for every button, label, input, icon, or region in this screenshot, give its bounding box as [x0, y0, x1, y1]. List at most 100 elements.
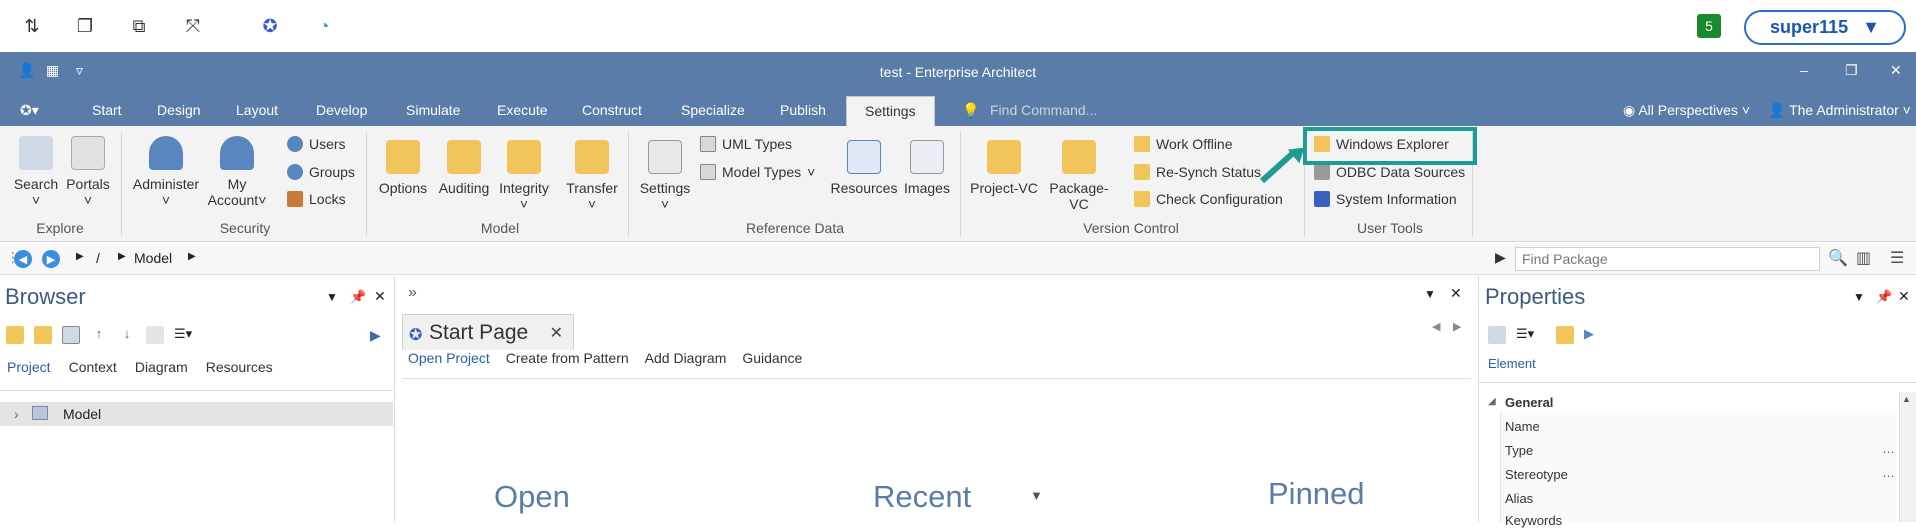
more-options-icon[interactable]: … — [1882, 441, 1895, 456]
search-button[interactable]: Search ˅ — [12, 136, 60, 208]
options-button[interactable]: Options — [374, 140, 432, 196]
path-model[interactable]: Model — [134, 250, 172, 266]
expand-arrow-icon[interactable]: ▶ — [1495, 249, 1506, 266]
users-button[interactable]: Users — [287, 136, 346, 152]
uml-types-button[interactable]: UML Types — [700, 136, 792, 152]
restore-window-icon[interactable]: ❐ — [73, 14, 97, 38]
close-icon[interactable]: ✕ — [1450, 285, 1462, 302]
project-vc-button[interactable]: Project-VC — [966, 140, 1042, 196]
work-offline-button[interactable]: Work Offline — [1134, 136, 1233, 152]
model-types-button[interactable]: Model Types ˅ — [700, 164, 815, 180]
close-icon[interactable]: ✕ — [1890, 62, 1902, 79]
auditing-button[interactable]: Auditing — [434, 140, 494, 196]
scroll-left-icon[interactable]: ◀ — [1432, 320, 1440, 333]
tab-develop[interactable]: Develop — [316, 102, 367, 118]
scroll-right-icon[interactable]: ▶ — [1453, 320, 1461, 333]
tab-element[interactable]: Element — [1488, 356, 1536, 371]
edge-disconnected-icon[interactable]: ◔ — [312, 14, 336, 38]
tab-simulate[interactable]: Simulate — [406, 102, 460, 118]
system-information-button[interactable]: System Information — [1314, 191, 1457, 207]
new-folder-icon[interactable] — [34, 326, 52, 344]
recent-dropdown-icon[interactable]: ▼ — [1030, 488, 1043, 503]
minimize-icon[interactable]: – — [1800, 62, 1808, 78]
tree-row-model[interactable]: › Model — [0, 402, 393, 426]
open-project-link[interactable]: Open Project — [408, 350, 490, 366]
tab-execute[interactable]: Execute — [497, 102, 548, 118]
menu-icon[interactable]: ☰ — [1890, 248, 1904, 268]
guidance-link[interactable]: Guidance — [742, 350, 802, 366]
images-button[interactable]: Images — [902, 140, 952, 196]
duplicate-window-icon[interactable]: ⧉ — [127, 14, 151, 38]
search-icon[interactable]: 🔍 — [1828, 248, 1848, 268]
dropdown-icon[interactable]: ▼ — [1853, 290, 1865, 304]
tab-resources[interactable]: Resources — [206, 359, 273, 375]
settings-button[interactable]: Settings ˅ — [634, 140, 696, 212]
path-root[interactable]: / — [96, 250, 100, 266]
close-icon[interactable]: ✕ — [374, 288, 386, 305]
tab-context[interactable]: Context — [69, 359, 117, 375]
check-configuration-button[interactable]: Check Configuration — [1134, 191, 1283, 207]
new-package-icon[interactable] — [6, 326, 24, 344]
scroll-up-icon[interactable]: ▲ — [1902, 394, 1911, 404]
groups-button[interactable]: Groups — [287, 164, 355, 180]
group-label-version-control: Version Control — [1083, 220, 1179, 236]
tab-specialize[interactable]: Specialize — [681, 102, 745, 118]
ea-disconnected-icon[interactable]: ✪ — [258, 14, 282, 38]
tab-project[interactable]: Project — [7, 359, 51, 375]
administer-button[interactable]: Administer ˅ — [128, 136, 204, 208]
tab-settings[interactable]: Settings — [846, 96, 935, 126]
resources-button[interactable]: Resources — [828, 140, 900, 196]
perspectives-button[interactable]: ◉ All Perspectives ˅ — [1623, 102, 1750, 119]
dropdown-icon[interactable]: ▼ — [326, 290, 338, 304]
new-diagram-icon[interactable] — [62, 326, 80, 344]
current-user-button[interactable]: 👤 The Administrator ˅ — [1768, 102, 1911, 119]
close-icon[interactable]: ✕ — [1898, 288, 1910, 305]
tab-construct[interactable]: Construct — [582, 102, 642, 118]
main-menu-icon[interactable]: ✪▾ — [20, 102, 39, 119]
arrows-updown-icon[interactable]: ⇅ — [20, 14, 44, 38]
element-icon[interactable] — [1556, 326, 1574, 344]
expand-arrow-icon[interactable]: ▶ — [1584, 326, 1602, 344]
more-options-icon[interactable]: … — [1882, 465, 1895, 480]
find-package-input[interactable]: Find Package — [1515, 247, 1820, 271]
pin-icon[interactable]: 📌 — [350, 289, 366, 305]
create-from-pattern-link[interactable]: Create from Pattern — [506, 350, 629, 366]
forward-icon[interactable]: ▶ — [42, 250, 60, 268]
dropdown-icon[interactable]: ▼ — [1424, 287, 1436, 301]
tab-diagram[interactable]: Diagram — [135, 359, 188, 375]
options-icon[interactable]: ▥ — [1856, 248, 1871, 268]
odbc-data-sources-button[interactable]: ODBC Data Sources — [1314, 164, 1465, 180]
locks-button[interactable]: Locks — [287, 191, 346, 207]
tab-layout[interactable]: Layout — [236, 102, 278, 118]
start-page-tab[interactable]: ✪ Start Page ✕ — [402, 314, 574, 350]
package-vc-button[interactable]: Package-VC — [1040, 140, 1118, 212]
expand-arrow-icon[interactable]: ▶ — [370, 327, 381, 344]
double-chevron-icon[interactable]: » — [408, 284, 417, 302]
properties-scrollbar[interactable]: ▲ — [1899, 392, 1916, 522]
menu-icon[interactable]: ☰▾ — [1516, 326, 1546, 344]
portals-button[interactable]: Portals ˅ — [64, 136, 112, 208]
close-tab-icon[interactable]: ✕ — [550, 323, 563, 343]
back-icon[interactable]: ◀ — [14, 250, 32, 268]
move-up-icon[interactable]: ↑ — [90, 326, 108, 344]
pin-icon[interactable]: 📌 — [1876, 289, 1892, 305]
restore-icon[interactable]: ❐ — [1845, 62, 1858, 79]
resynch-status-button[interactable]: Re-Synch Status — [1134, 164, 1261, 180]
tab-publish[interactable]: Publish — [780, 102, 826, 118]
integrity-button[interactable]: Integrity ˅ — [496, 140, 552, 212]
my-account-button[interactable]: My Account˅ — [204, 136, 270, 208]
user-menu-button[interactable]: super115 ▼ — [1744, 10, 1906, 45]
save-icon[interactable] — [1488, 326, 1506, 344]
collapse-icon[interactable]: ◢ — [1488, 396, 1496, 407]
lock-element-icon[interactable] — [146, 326, 164, 344]
find-command-input[interactable]: Find Command... — [990, 102, 1097, 118]
fullscreen-icon[interactable]: ⤧ — [181, 14, 205, 38]
menu-icon[interactable]: ☰▾ — [174, 326, 204, 344]
notification-badge[interactable]: 5 — [1697, 14, 1721, 38]
move-down-icon[interactable]: ↓ — [118, 326, 136, 344]
tab-start[interactable]: Start — [92, 102, 122, 118]
chevron-right-icon[interactable]: › — [14, 406, 19, 422]
transfer-button[interactable]: Transfer ˅ — [562, 140, 622, 212]
tab-design[interactable]: Design — [157, 102, 201, 118]
add-diagram-link[interactable]: Add Diagram — [645, 350, 727, 366]
